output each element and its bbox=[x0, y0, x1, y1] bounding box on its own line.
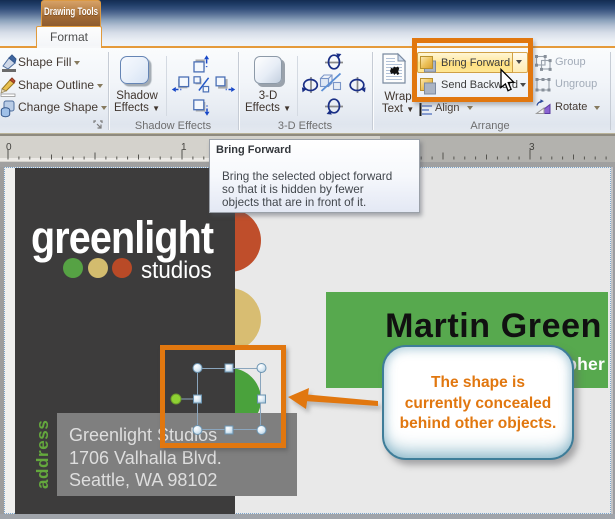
svg-text:0: 0 bbox=[6, 142, 12, 153]
